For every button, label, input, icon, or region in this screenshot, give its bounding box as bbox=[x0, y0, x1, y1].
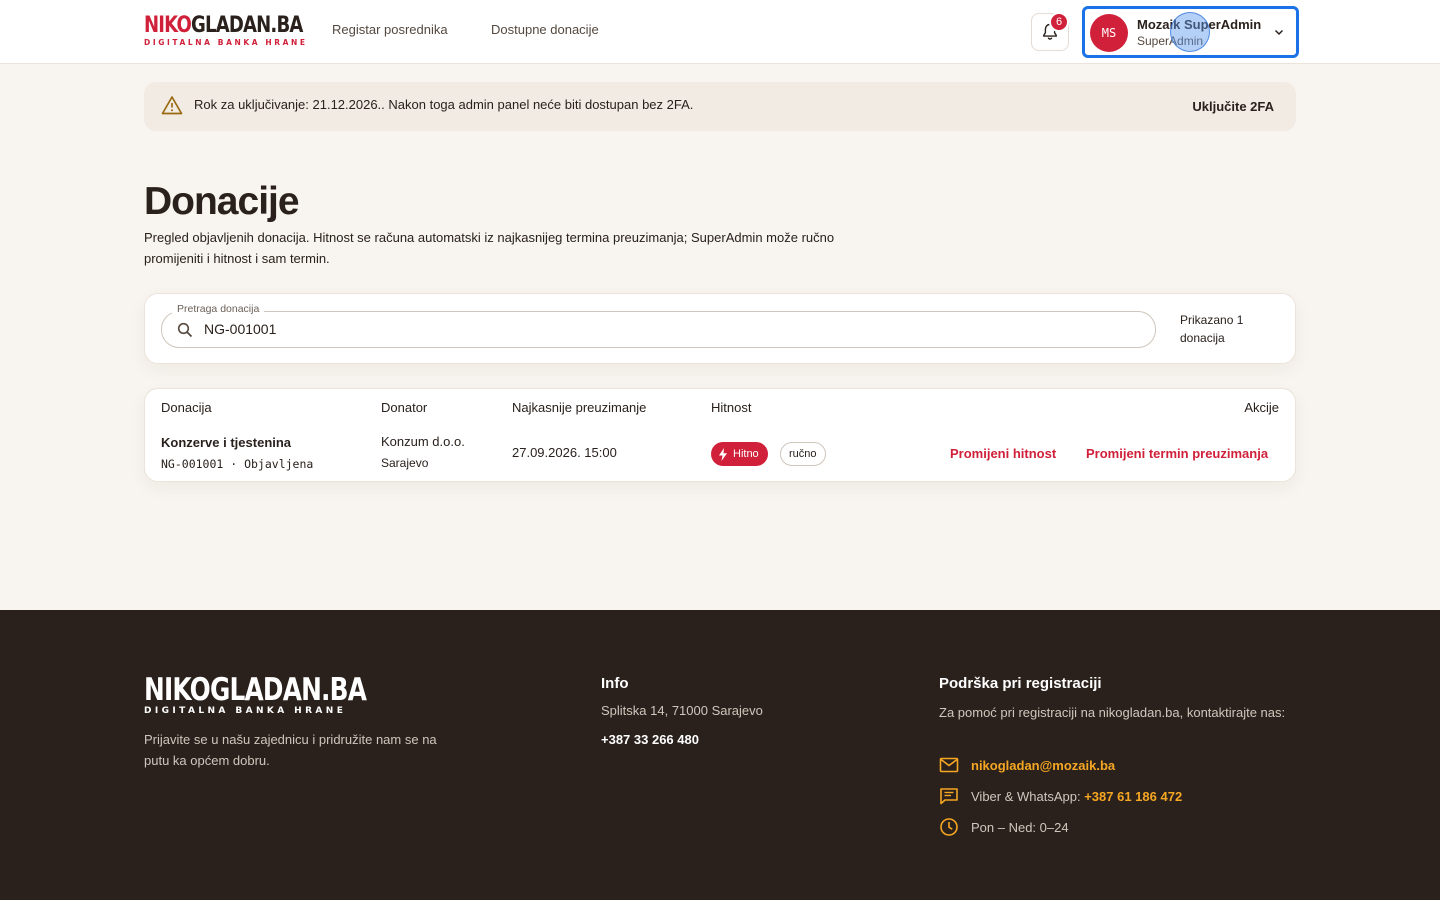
nav-dostupne-donacije[interactable]: Dostupne donacije bbox=[491, 22, 599, 37]
chat-icon bbox=[939, 786, 959, 806]
footer-hours: Pon – Ned: 0–24 bbox=[971, 819, 1069, 835]
donor-city: Sarajevo bbox=[381, 456, 429, 470]
column-header-donor: Donator bbox=[381, 400, 428, 415]
warning-icon bbox=[161, 96, 183, 115]
footer-hours-row: Pon – Ned: 0–24 bbox=[939, 817, 1069, 837]
footer-viber-row: Viber & WhatsApp: +387 61 186 472 bbox=[939, 786, 1182, 806]
lightning-icon bbox=[719, 447, 727, 461]
donation-title: Konzerve i tjestenina bbox=[161, 435, 292, 450]
change-urgency-button[interactable]: Promijeni hitnost bbox=[950, 446, 1056, 461]
pickup-deadline: 27.09.2026. 15:00 bbox=[512, 445, 617, 460]
results-count: Prikazano 1 donacija bbox=[1180, 313, 1244, 345]
notification-count-badge: 6 bbox=[1049, 12, 1069, 32]
user-role: SuperAdmin bbox=[1137, 34, 1204, 48]
donation-code: NG-001001 · Objavljena bbox=[161, 457, 314, 471]
column-header-donation: Donacija bbox=[161, 400, 212, 415]
user-menu-button[interactable]: MS Mozaik SuperAdmin SuperAdmin bbox=[1082, 6, 1299, 58]
search-icon bbox=[177, 322, 193, 338]
footer-support-title: Podrška pri registraciji bbox=[939, 675, 1102, 692]
footer-info-title: Info bbox=[601, 675, 629, 692]
footer-logo-wordmark: NIKOGLADAN.BA bbox=[144, 672, 367, 708]
donations-table: Donacija Donator Najkasnije preuzimanje … bbox=[144, 388, 1296, 482]
column-header-actions: Akcije bbox=[1244, 400, 1279, 415]
top-header: NIKOGLADAN.BA DIGITALNA BANKA HRANE Regi… bbox=[0, 0, 1440, 64]
viber-label: Viber & WhatsApp: bbox=[971, 788, 1081, 804]
search-label: Pretraga donacija bbox=[172, 303, 265, 315]
logo[interactable]: NIKOGLADAN.BA DIGITALNA BANKA HRANE bbox=[144, 13, 337, 48]
twofa-alert: Rok za uključivanje: 21.12.2026.. Nakon … bbox=[144, 82, 1296, 131]
logo-subtitle: DIGITALNA BANKA HRANE bbox=[144, 38, 308, 47]
logo-wordmark: NIKOGLADAN.BA bbox=[144, 13, 303, 38]
nav-registar-posrednika[interactable]: Registar posrednika bbox=[332, 22, 448, 37]
change-pickup-time-button[interactable]: Promijeni termin preuzimanja bbox=[1086, 446, 1268, 461]
page-description: Pregled objavljenih donacija. Hitnost se… bbox=[144, 230, 835, 266]
clock-icon bbox=[939, 817, 959, 837]
user-name: Mozaik SuperAdmin bbox=[1137, 17, 1262, 32]
search-input[interactable] bbox=[204, 321, 1104, 337]
manual-badge: ručno bbox=[780, 442, 826, 466]
search-field[interactable]: Pretraga donacija bbox=[161, 303, 1156, 348]
footer-support-text: Za pomoć pri registraciji na nikogladan.… bbox=[939, 705, 1286, 720]
urgency-badge: Hitno bbox=[711, 442, 768, 466]
footer-email-row: nikogladan@mozaik.ba bbox=[939, 755, 1115, 775]
column-header-urgency: Hitnost bbox=[711, 400, 752, 415]
chevron-down-icon bbox=[1274, 29, 1284, 36]
footer-tagline: Prijavite se u našu zajednicu i pridruži… bbox=[144, 732, 437, 768]
enable-2fa-button[interactable]: Uključite 2FA bbox=[1192, 99, 1274, 114]
search-card: Pretraga donacija Prikazano 1 donacija bbox=[144, 293, 1296, 364]
footer-phone[interactable]: +387 33 266 480 bbox=[601, 732, 699, 747]
urgency-label: Hitno bbox=[733, 448, 759, 460]
column-header-pickup: Najkasnije preuzimanje bbox=[512, 400, 647, 415]
footer-address: Splitska 14, 71000 Sarajevo bbox=[601, 703, 763, 718]
donor-name: Konzum d.o.o. bbox=[381, 434, 465, 449]
mail-icon bbox=[939, 755, 959, 775]
avatar: MS bbox=[1090, 14, 1128, 52]
footer-viber-phone[interactable]: +387 61 186 472 bbox=[1084, 789, 1182, 804]
page-title: Donacije bbox=[144, 180, 300, 223]
alert-text: Rok za uključivanje: 21.12.2026.. Nakon … bbox=[194, 97, 694, 112]
footer: NIKOGLADAN.BA DIGITALNA BANKA HRANE Prij… bbox=[0, 610, 1440, 900]
footer-email-link[interactable]: nikogladan@mozaik.ba bbox=[971, 758, 1115, 773]
footer-logo: NIKOGLADAN.BA DIGITALNA BANKA HRANE bbox=[144, 674, 422, 717]
